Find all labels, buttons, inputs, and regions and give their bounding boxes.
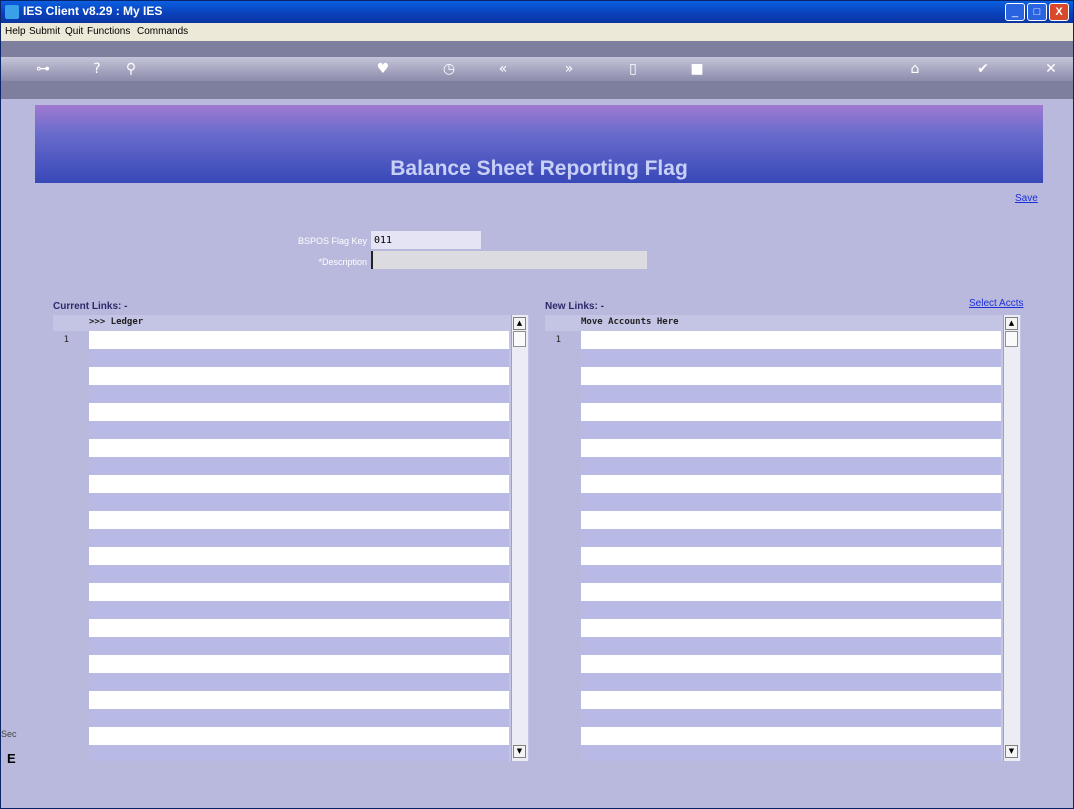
page-title: Balance Sheet Reporting Flag xyxy=(390,157,688,180)
home-icon[interactable]: ⌂ xyxy=(903,60,927,78)
toolbar: ⊶ ? ⚲ ♥ ◷ « » ▯ ■ ⌂ ✔ ✕ xyxy=(1,41,1073,99)
menu-help[interactable]: Help xyxy=(5,26,26,37)
scroll-up-icon[interactable]: ▲ xyxy=(1005,317,1018,330)
back-icon[interactable]: « xyxy=(491,60,515,78)
new-links-label: New Links: - xyxy=(545,301,604,312)
title-bar: IES Client v8.29 : My IES _ □ X xyxy=(1,1,1073,23)
page-banner: Balance Sheet Reporting Flag xyxy=(35,105,1043,183)
select-accts-link[interactable]: Select Accts xyxy=(969,298,1023,309)
new-links-rows[interactable] xyxy=(581,331,1001,761)
current-links-label: Current Links: - xyxy=(53,301,128,312)
current-links-grid: >>> Ledger 1 ▲ ▼ xyxy=(53,315,529,761)
save-link[interactable]: Save xyxy=(1015,193,1038,204)
help-icon[interactable]: ? xyxy=(85,60,109,78)
minimize-button[interactable]: _ xyxy=(1005,3,1025,21)
current-links-rows[interactable] xyxy=(89,331,509,761)
new-links-scrollbar[interactable]: ▲ ▼ xyxy=(1003,315,1020,761)
row-number: 1 xyxy=(555,335,561,345)
search-icon[interactable]: ⚲ xyxy=(119,60,143,78)
row-number-column xyxy=(545,331,581,761)
flag-key-field[interactable]: 011 xyxy=(371,231,481,249)
scroll-down-icon[interactable]: ▼ xyxy=(1005,745,1018,758)
close-window-button[interactable]: X xyxy=(1049,3,1069,21)
menu-commands[interactable]: Commands xyxy=(137,26,188,37)
menu-quit[interactable]: Quit xyxy=(65,26,83,37)
scroll-down-icon[interactable]: ▼ xyxy=(513,745,526,758)
current-links-scrollbar[interactable]: ▲ ▼ xyxy=(511,315,528,761)
tag-icon[interactable]: ▯ xyxy=(621,60,645,78)
current-links-header: >>> Ledger xyxy=(89,317,144,327)
flag-key-label: BSPOS Flag Key xyxy=(297,236,367,246)
menu-bar: Help Submit Quit Functions Commands xyxy=(1,23,1073,42)
scroll-thumb[interactable] xyxy=(513,331,526,347)
row-number-column xyxy=(53,331,89,761)
menu-submit[interactable]: Submit xyxy=(29,26,60,37)
stop-icon[interactable]: ■ xyxy=(685,60,709,78)
clock-icon[interactable]: ◷ xyxy=(437,60,461,78)
scroll-thumb[interactable] xyxy=(1005,331,1018,347)
app-window: IES Client v8.29 : My IES _ □ X Help Sub… xyxy=(0,0,1074,809)
close-icon[interactable]: ✕ xyxy=(1039,60,1063,78)
description-field[interactable] xyxy=(371,251,647,269)
maximize-button[interactable]: □ xyxy=(1027,3,1047,21)
window-title: IES Client v8.29 : My IES xyxy=(23,4,163,18)
new-links-grid: Move Accounts Here 1 ▲ ▼ xyxy=(545,315,1021,761)
menu-functions[interactable]: Functions xyxy=(87,26,130,37)
new-links-header: Move Accounts Here xyxy=(581,317,679,327)
key-icon[interactable]: ⊶ xyxy=(31,60,55,78)
row-number: 1 xyxy=(63,335,69,345)
forward-icon[interactable]: » xyxy=(557,60,581,78)
description-label: *Description xyxy=(318,257,367,267)
scroll-up-icon[interactable]: ▲ xyxy=(513,317,526,330)
side-glyph: E xyxy=(7,751,16,766)
side-label: Sec xyxy=(1,729,17,739)
app-icon xyxy=(5,5,19,19)
check-icon[interactable]: ✔ xyxy=(971,60,995,78)
heart-icon[interactable]: ♥ xyxy=(371,60,395,78)
